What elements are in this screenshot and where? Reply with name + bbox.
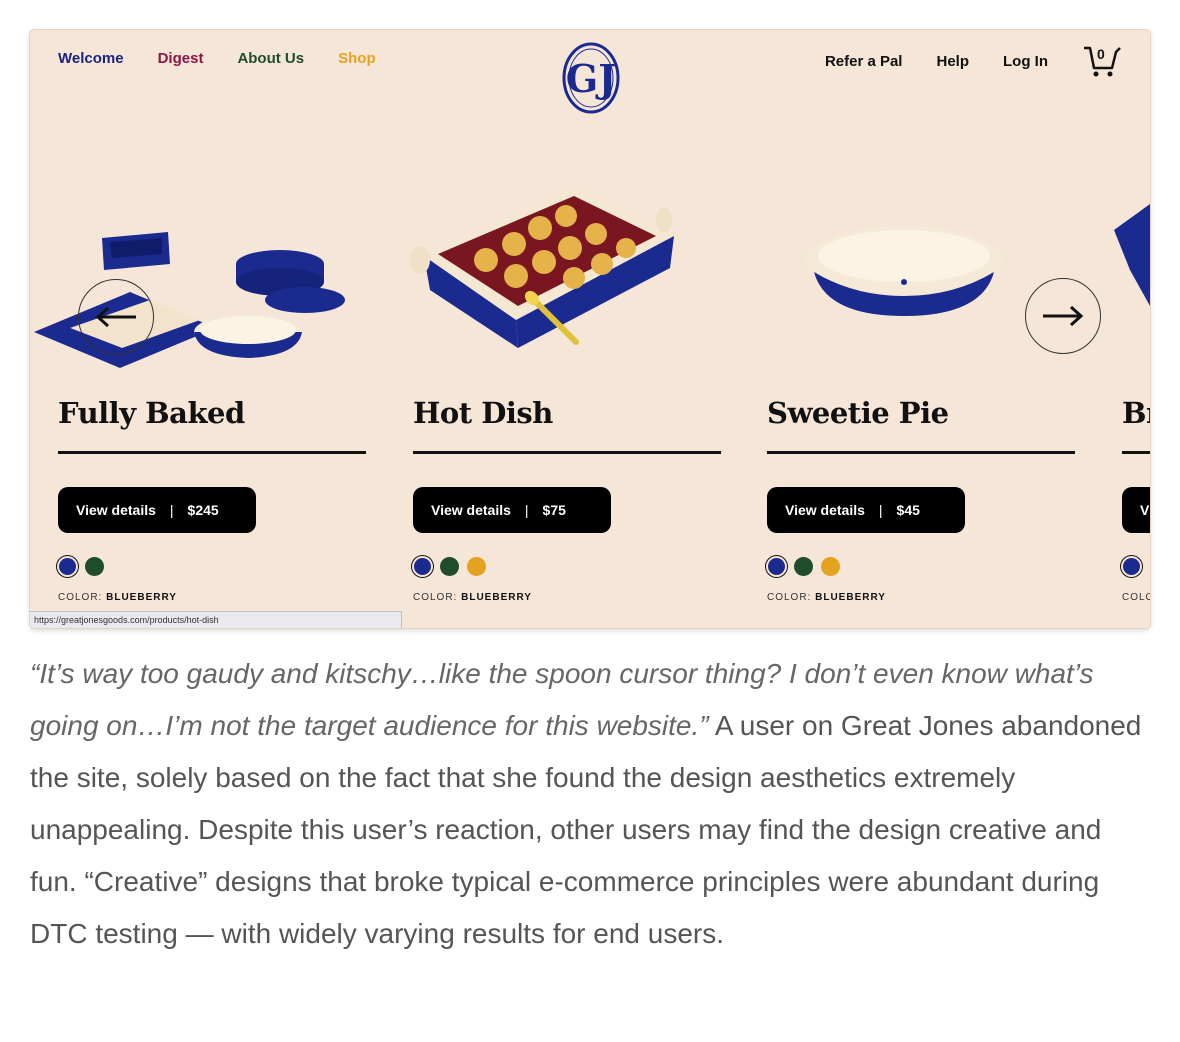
color-label: COLOR: BLUEBERRY	[767, 592, 886, 603]
color-swatches	[58, 557, 104, 576]
view-details-button[interactable]: View details | $75	[413, 487, 611, 533]
button-label: V	[1140, 502, 1150, 518]
cart-count: 0	[1097, 46, 1105, 62]
product-card-partial: Bı V COLO	[1122, 30, 1150, 628]
title-divider	[58, 451, 366, 454]
article-caption: “It’s way too gaudy and kitschy…like the…	[30, 648, 1150, 960]
browser-status-url: https://greatjonesgoods.com/products/hot…	[30, 611, 402, 628]
view-details-button[interactable]: V	[1122, 487, 1150, 533]
product-title[interactable]: Fully Baked	[58, 396, 245, 430]
color-swatches	[767, 557, 840, 576]
swatch-blueberry[interactable]	[414, 558, 431, 575]
swatch-blueberry[interactable]	[59, 558, 76, 575]
title-divider	[1122, 451, 1150, 454]
product-card: Hot Dish View details | $75 COLOR: BLUEB…	[413, 30, 723, 628]
product-card: Sweetie Pie View details | $45 COLOR: BL…	[767, 30, 1077, 628]
view-details-button[interactable]: View details | $45	[767, 487, 965, 533]
separator: |	[169, 502, 174, 518]
separator: |	[524, 502, 529, 518]
swatch-blueberry[interactable]	[768, 558, 785, 575]
swatch-green[interactable]	[794, 557, 813, 576]
button-label: View details	[785, 502, 865, 518]
product-title[interactable]: Sweetie Pie	[767, 396, 949, 430]
swatch-mustard[interactable]	[821, 557, 840, 576]
swatch-green[interactable]	[85, 557, 104, 576]
button-label: View details	[76, 502, 156, 518]
swatch-mustard[interactable]	[467, 557, 486, 576]
product-price: $245	[187, 502, 219, 518]
caption-body: A user on Great Jones abandoned the site…	[30, 710, 1142, 949]
product-card: Fully Baked View details | $245 COLOR: B…	[58, 30, 368, 628]
product-title[interactable]: Bı	[1122, 396, 1150, 430]
color-label: COLO	[1122, 592, 1150, 603]
swatch-blueberry[interactable]	[1123, 558, 1140, 575]
separator: |	[878, 502, 883, 518]
button-label: View details	[431, 502, 511, 518]
cart-button[interactable]: 0	[1082, 44, 1122, 78]
website-screenshot: Welcome Digest About Us Shop GJ Refer a …	[30, 30, 1150, 628]
product-title[interactable]: Hot Dish	[413, 396, 553, 430]
color-swatches	[1122, 557, 1141, 576]
swatch-green[interactable]	[440, 557, 459, 576]
view-details-button[interactable]: View details | $245	[58, 487, 256, 533]
product-price: $45	[896, 502, 920, 518]
color-label: COLOR: BLUEBERRY	[413, 592, 532, 603]
product-price: $75	[542, 502, 566, 518]
color-swatches	[413, 557, 486, 576]
title-divider	[413, 451, 721, 454]
color-label: COLOR: BLUEBERRY	[58, 592, 177, 603]
title-divider	[767, 451, 1075, 454]
